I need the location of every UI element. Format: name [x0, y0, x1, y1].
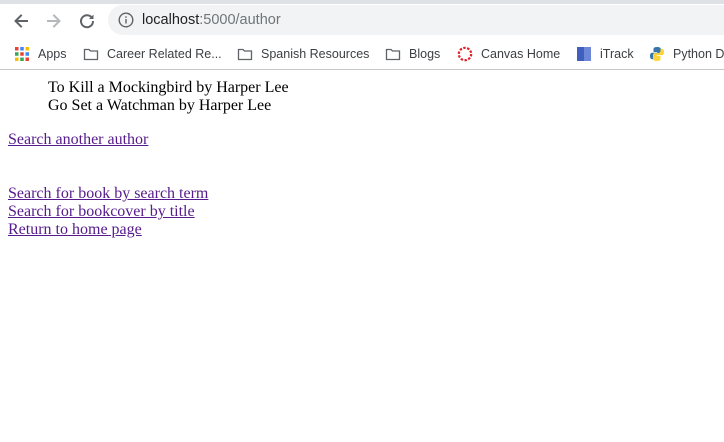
bookmark-label: iTrack	[600, 47, 634, 61]
folder-icon	[83, 48, 99, 61]
bookmark-spanish-resources[interactable]: Spanish Resources	[237, 43, 369, 65]
bookmark-label: Blogs	[409, 47, 441, 61]
site-info-icon[interactable]	[118, 12, 134, 28]
bookmark-career-related[interactable]: Career Related Re...	[83, 43, 222, 65]
search-bookcover-by-title-link[interactable]: Search for bookcover by title	[8, 203, 195, 221]
return-home-link[interactable]: Return to home page	[8, 221, 142, 239]
bookmark-label: Canvas Home	[481, 47, 561, 61]
url-path: :5000/author	[199, 12, 281, 28]
page-content: To Kill a Mockingbird by Harper Lee Go S…	[8, 71, 724, 239]
tab-strip-edge	[0, 0, 724, 4]
reload-button[interactable]	[74, 8, 100, 34]
address-bar[interactable]: localhost:5000/author	[108, 5, 724, 35]
bookmark-label: Python D	[673, 47, 724, 61]
search-another-author-link[interactable]: Search another author	[8, 131, 148, 149]
itrack-icon	[577, 47, 591, 61]
forward-button[interactable]	[41, 8, 67, 34]
book-list: To Kill a Mockingbird by Harper Lee Go S…	[48, 79, 724, 115]
python-icon	[650, 47, 664, 61]
bookmark-itrack[interactable]: iTrack	[576, 43, 634, 65]
bookmark-label: Apps	[38, 47, 67, 61]
back-button[interactable]	[8, 8, 34, 34]
url-text[interactable]: localhost:5000/author	[142, 11, 281, 29]
url-host: localhost	[142, 12, 200, 28]
search-book-by-term-link[interactable]: Search for book by search term	[8, 185, 208, 203]
bookmark-python-docs[interactable]: Python D	[649, 43, 724, 65]
bookmarks-bar: Apps Career Related Re... Spanish Resour…	[0, 38, 724, 70]
folder-icon	[385, 48, 401, 61]
bookmark-label: Spanish Resources	[261, 47, 370, 61]
bookmark-blogs[interactable]: Blogs	[385, 43, 440, 65]
bookmark-label: Career Related Re...	[107, 47, 222, 61]
apps-grid-icon	[15, 47, 29, 61]
canvas-icon	[457, 46, 473, 62]
reload-icon	[80, 14, 95, 29]
bookmark-apps[interactable]: Apps	[14, 43, 67, 65]
list-item: To Kill a Mockingbird by Harper Lee	[48, 79, 289, 96]
browser-toolbar: localhost:5000/author	[0, 0, 724, 38]
forward-arrow-icon	[47, 14, 61, 28]
bookmark-canvas-home[interactable]: Canvas Home	[457, 43, 560, 65]
back-arrow-icon	[14, 14, 28, 28]
list-item: Go Set a Watchman by Harper Lee	[48, 97, 272, 114]
folder-icon	[237, 48, 253, 61]
